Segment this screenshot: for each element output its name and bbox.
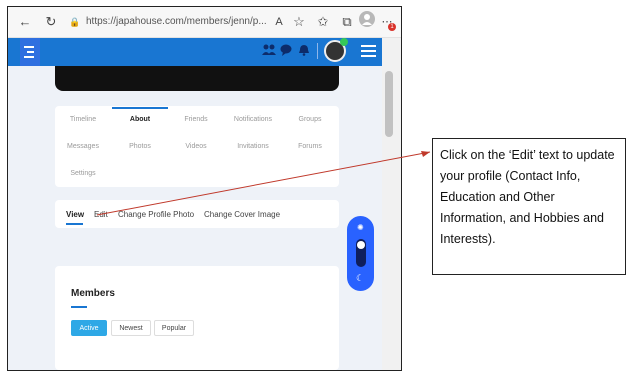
instruction-callout: Click on the ‘Edit’ text to update your … [432, 138, 626, 275]
